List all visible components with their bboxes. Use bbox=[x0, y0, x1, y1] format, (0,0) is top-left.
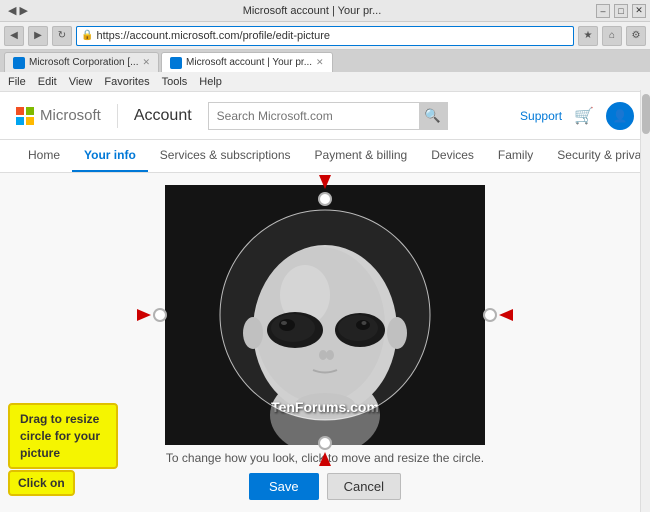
search-input[interactable] bbox=[209, 103, 419, 129]
arrow-left bbox=[133, 305, 153, 325]
settings-icon[interactable]: ⚙ bbox=[626, 26, 646, 46]
scrollbar-thumb[interactable] bbox=[642, 94, 650, 134]
cart-icon[interactable]: 🛒 bbox=[574, 106, 594, 126]
microsoft-logo: Microsoft bbox=[16, 107, 101, 125]
menu-bar: File Edit View Favorites Tools Help bbox=[0, 72, 650, 92]
titlebar-left-icons: ◀ ▶ bbox=[8, 4, 28, 17]
logo-sq-red bbox=[16, 107, 24, 115]
header-right: Support 🛒 👤 bbox=[520, 102, 634, 130]
image-canvas[interactable]: TenForums.com bbox=[165, 185, 485, 445]
cancel-button[interactable]: Cancel bbox=[327, 473, 401, 500]
click-tooltip: Click on bbox=[8, 470, 75, 496]
tab2-favicon bbox=[170, 57, 182, 69]
tab-your-info[interactable]: Your info bbox=[72, 140, 148, 172]
lock-icon: 🔒 bbox=[81, 30, 93, 41]
tab-payment[interactable]: Payment & billing bbox=[303, 140, 420, 172]
home-button[interactable]: ⌂ bbox=[602, 26, 622, 46]
tab1-close[interactable]: ✕ bbox=[142, 57, 150, 68]
avatar[interactable]: 👤 bbox=[606, 102, 634, 130]
forward-button[interactable]: ▶ bbox=[28, 26, 48, 46]
close-button[interactable]: ✕ bbox=[632, 4, 646, 18]
tab1-favicon bbox=[13, 57, 25, 69]
main-content: TenForums.com bbox=[0, 173, 650, 512]
minimize-button[interactable]: – bbox=[596, 4, 610, 18]
nav-tabs: Home Your info Services & subscriptions … bbox=[0, 140, 650, 173]
menu-favorites[interactable]: Favorites bbox=[104, 76, 149, 88]
tab2-label: Microsoft account | Your pr... bbox=[186, 57, 312, 68]
browser-toolbar: ◀ ▶ ↻ 🔒 https://account.microsoft.com/pr… bbox=[0, 22, 650, 50]
tab-bar: Microsoft Corporation [... ✕ Microsoft a… bbox=[0, 50, 650, 72]
menu-edit[interactable]: Edit bbox=[38, 76, 57, 88]
arrow-right bbox=[497, 305, 517, 325]
button-row: Save Cancel bbox=[249, 473, 401, 500]
tab-security[interactable]: Security & privacy bbox=[545, 140, 650, 172]
maximize-button[interactable]: □ bbox=[614, 4, 628, 18]
address-bar[interactable]: 🔒 https://account.microsoft.com/profile/… bbox=[76, 26, 574, 46]
back-button[interactable]: ◀ bbox=[4, 26, 24, 46]
tab-services[interactable]: Services & subscriptions bbox=[148, 140, 303, 172]
watermark-text: TenForums.com bbox=[271, 399, 379, 415]
logo-sq-green bbox=[26, 107, 34, 115]
tab-home[interactable]: Home bbox=[16, 140, 72, 172]
tab2-close[interactable]: ✕ bbox=[316, 57, 324, 68]
search-bar[interactable]: 🔍 bbox=[208, 102, 448, 130]
titlebar-controls: – □ ✕ bbox=[596, 4, 646, 18]
menu-tools[interactable]: Tools bbox=[162, 76, 188, 88]
tab-2[interactable]: Microsoft account | Your pr... ✕ bbox=[161, 52, 333, 72]
handle-top[interactable] bbox=[318, 192, 332, 206]
handle-left-container bbox=[133, 305, 167, 325]
click-tooltip-text: Click on bbox=[18, 476, 65, 490]
handle-bottom[interactable] bbox=[318, 436, 332, 450]
save-button[interactable]: Save bbox=[249, 473, 319, 500]
drag-tooltip-text: Drag to resize circle for your picture bbox=[20, 412, 100, 460]
refresh-button[interactable]: ↻ bbox=[52, 26, 72, 46]
menu-view[interactable]: View bbox=[69, 76, 93, 88]
arrow-bottom bbox=[315, 450, 335, 470]
page-header: Microsoft Account 🔍 Support 🛒 👤 bbox=[0, 92, 650, 140]
header-divider bbox=[117, 104, 118, 128]
search-button[interactable]: 🔍 bbox=[419, 102, 447, 130]
titlebar-title: Microsoft account | Your pr... bbox=[28, 5, 596, 17]
handle-top-container bbox=[315, 171, 335, 206]
tab-1[interactable]: Microsoft Corporation [... ✕ bbox=[4, 52, 159, 72]
support-link[interactable]: Support bbox=[520, 109, 562, 123]
scrollbar[interactable] bbox=[640, 90, 650, 512]
logo-sq-yellow bbox=[26, 117, 34, 125]
microsoft-text: Microsoft bbox=[40, 107, 101, 124]
handle-right[interactable] bbox=[483, 308, 497, 322]
handle-left[interactable] bbox=[153, 308, 167, 322]
star-button[interactable]: ★ bbox=[578, 26, 598, 46]
account-label: Account bbox=[134, 107, 192, 125]
tab-family[interactable]: Family bbox=[486, 140, 545, 172]
drag-tooltip: Drag to resize circle for your picture bbox=[8, 403, 118, 469]
menu-help[interactable]: Help bbox=[199, 76, 222, 88]
arrow-top bbox=[315, 171, 335, 191]
tab-devices[interactable]: Devices bbox=[419, 140, 486, 172]
handle-right-container bbox=[483, 305, 517, 325]
address-url-text: https://account.microsoft.com/profile/ed… bbox=[96, 30, 330, 42]
menu-file[interactable]: File bbox=[8, 76, 26, 88]
logo-sq-blue bbox=[16, 117, 24, 125]
handle-bottom-container bbox=[315, 436, 335, 473]
window-titlebar: ◀ ▶ Microsoft account | Your pr... – □ ✕ bbox=[0, 0, 650, 22]
ms-logo-icon bbox=[16, 107, 34, 125]
tab1-label: Microsoft Corporation [... bbox=[29, 57, 138, 68]
